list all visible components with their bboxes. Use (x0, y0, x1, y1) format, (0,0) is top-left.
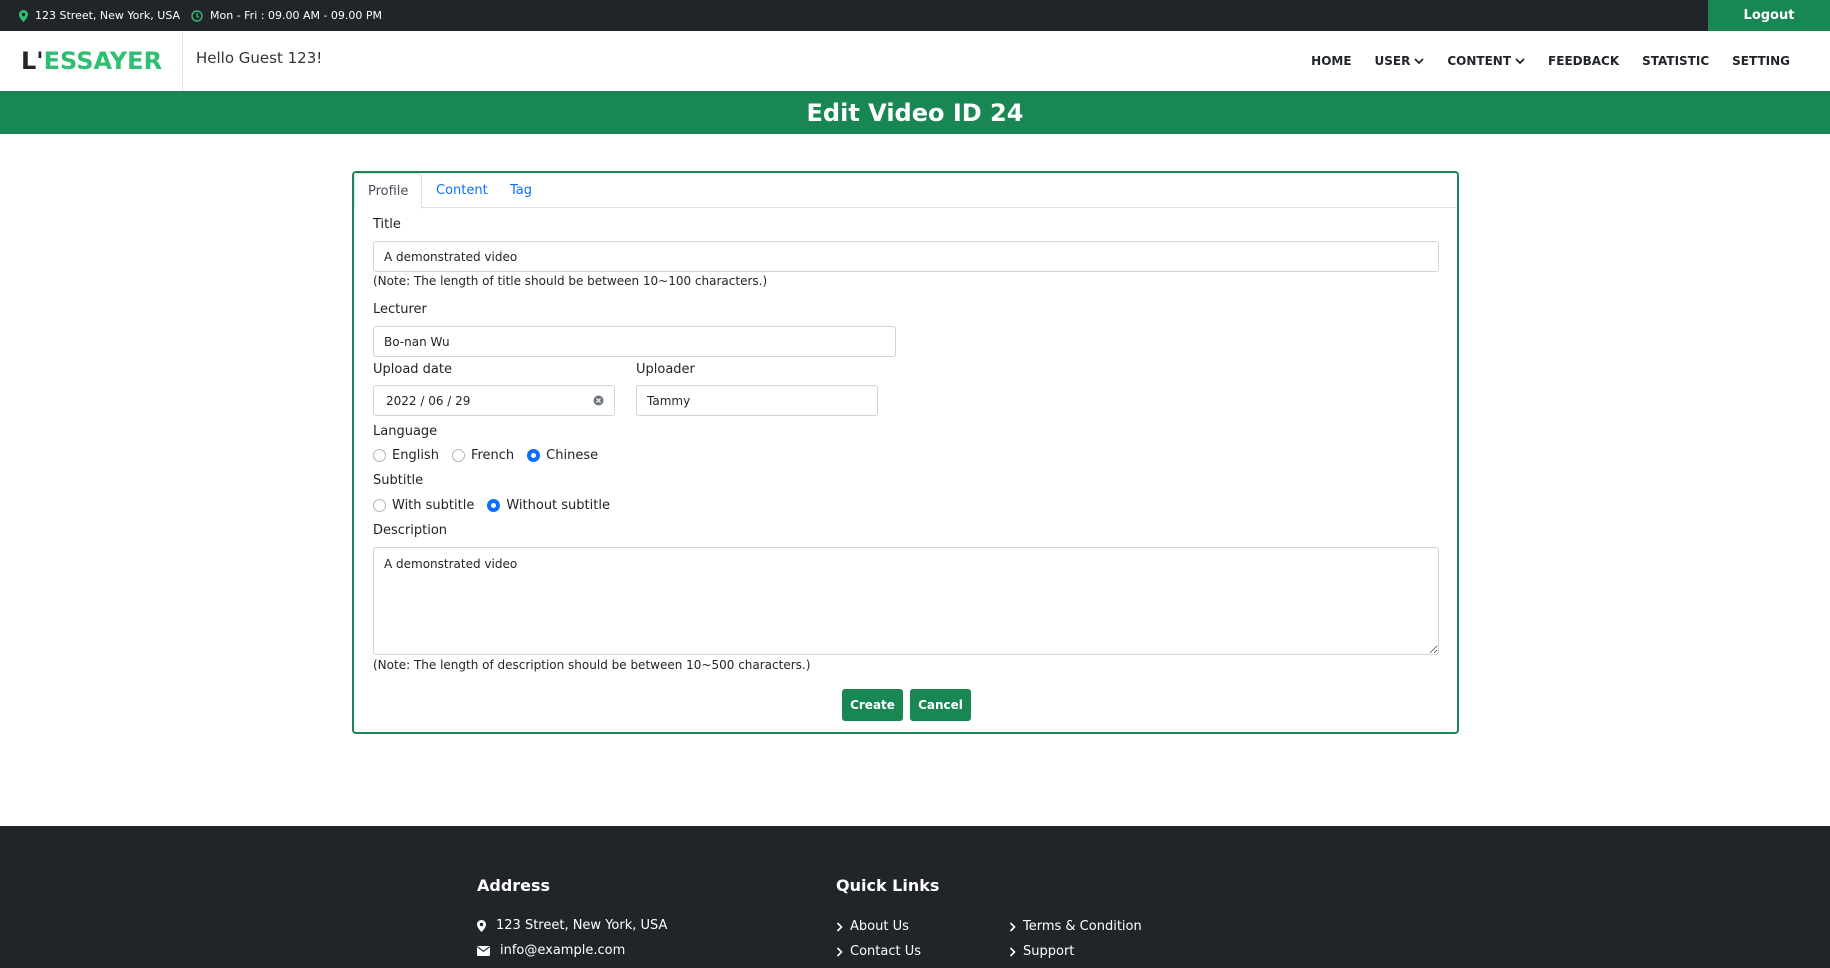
page-banner: Edit Video ID 24 (0, 91, 1830, 134)
title-input[interactable] (373, 241, 1439, 272)
map-marker-icon (19, 9, 28, 22)
map-marker-icon (477, 919, 486, 932)
radio-label: Without subtitle (506, 498, 610, 513)
topbar-hours: Mon - Fri : 09.00 AM - 09.00 PM (191, 0, 382, 31)
nav-home-label: HOME (1311, 54, 1352, 68)
lecturer-input[interactable] (373, 326, 896, 357)
clock-icon (191, 9, 203, 22)
upload-date-value: 2022 / 06 / 29 (386, 393, 471, 408)
radio-dot (373, 449, 386, 462)
description-note: (Note: The length of description should … (373, 658, 811, 672)
logo-suffix: ESSAYER (43, 47, 163, 75)
footer-email-text: info@example.com (500, 943, 626, 958)
nav-statistic-label: STATISTIC (1642, 54, 1710, 68)
uploader-input[interactable] (636, 385, 878, 416)
footer-quick-links-title: Quick Links (836, 876, 940, 895)
page-title: Edit Video ID 24 (806, 98, 1024, 127)
nav-statistic[interactable]: STATISTIC (1642, 54, 1709, 68)
tab-profile[interactable]: Profile (354, 173, 423, 209)
nav-home[interactable]: HOME (1311, 54, 1351, 68)
clear-icon[interactable] (593, 395, 604, 406)
footer-link-about-us[interactable]: About Us (836, 919, 909, 934)
nav-user[interactable]: USER (1375, 54, 1425, 68)
radio-label: Chinese (546, 448, 599, 463)
subtitle-radio-group: With subtitle Without subtitle (373, 498, 623, 513)
chevron-right-icon (1009, 921, 1016, 932)
tab-tag[interactable]: Tag (510, 173, 532, 208)
logo-prefix: L' (21, 47, 44, 75)
footer-link-terms[interactable]: Terms & Condition (1009, 919, 1142, 934)
nav-setting-label: SETTING (1732, 54, 1790, 68)
footer-link-label: About Us (850, 919, 909, 934)
title-note: (Note: The length of title should be bet… (373, 274, 768, 288)
chevron-right-icon (836, 946, 843, 957)
topbar-hours-text: Mon - Fri : 09.00 AM - 09.00 PM (210, 9, 383, 22)
tab-content[interactable]: Content (436, 173, 488, 208)
nav-setting[interactable]: SETTING (1732, 54, 1790, 68)
footer-email: info@example.com (477, 943, 625, 958)
description-label: Description (373, 523, 448, 538)
logout-button[interactable]: Logout (1708, 0, 1830, 31)
radio-label: French (470, 448, 515, 463)
language-label: Language (373, 424, 438, 439)
uploader-label: Uploader (636, 362, 695, 377)
chevron-right-icon (1009, 946, 1016, 957)
lecturer-label: Lecturer (373, 302, 427, 317)
edit-video-card: Profile Content Tag Title (Note: The len… (352, 171, 1459, 734)
topbar-address-text: 123 Street, New York, USA (35, 9, 181, 22)
footer-address-title: Address (477, 876, 551, 895)
description-textarea[interactable]: A demonstrated video (373, 547, 1439, 655)
language-french-radio[interactable]: French (451, 448, 515, 463)
subtitle-label: Subtitle (373, 473, 424, 488)
language-radio-group: English French Chinese (373, 448, 611, 463)
without-subtitle-radio[interactable]: Without subtitle (487, 498, 610, 513)
radio-dot-selected (527, 449, 541, 462)
radio-dot-selected (487, 499, 501, 512)
nav-feedback-label: FEEDBACK (1548, 54, 1620, 68)
top-bar: 123 Street, New York, USA Mon - Fri : 09… (0, 0, 1830, 31)
envelope-icon (477, 945, 490, 956)
with-subtitle-radio[interactable]: With subtitle (373, 498, 474, 513)
footer-link-support[interactable]: Support (1009, 944, 1074, 959)
header: L' ESSAYER Hello Guest 123! HOME USER CON… (0, 31, 1830, 91)
header-divider (182, 31, 183, 91)
footer-address: 123 Street, New York, USA (477, 918, 667, 933)
cancel-button[interactable]: Cancel (910, 689, 971, 721)
topbar-address: 123 Street, New York, USA (19, 0, 180, 31)
nav-feedback[interactable]: FEEDBACK (1548, 54, 1619, 68)
chevron-right-icon (836, 921, 843, 932)
chevron-down-icon (1414, 57, 1425, 64)
main-nav: HOME USER CONTENT FEEDBACK STATISTIC SET… (1311, 31, 1790, 91)
nav-content[interactable]: CONTENT (1447, 54, 1525, 68)
footer-link-contact-us[interactable]: Contact Us (836, 944, 921, 959)
greeting-text: Hello Guest 123! (196, 49, 323, 67)
upload-date-input[interactable]: 2022 / 06 / 29 (373, 385, 615, 416)
chevron-down-icon (1515, 57, 1525, 64)
title-label: Title (373, 217, 401, 232)
radio-label: With subtitle (392, 498, 475, 513)
language-chinese-radio[interactable]: Chinese (527, 448, 598, 463)
create-button[interactable]: Create (842, 689, 903, 721)
nav-user-label: USER (1374, 54, 1411, 68)
footer-address-text: 123 Street, New York, USA (496, 918, 668, 933)
tab-bar: Profile Content Tag (354, 173, 1457, 209)
language-english-radio[interactable]: English (373, 448, 439, 463)
footer-link-label: Support (1023, 944, 1075, 959)
footer-link-label: Terms & Condition (1023, 919, 1142, 934)
upload-date-label: Upload date (373, 362, 452, 377)
radio-label: English (392, 448, 439, 463)
logo[interactable]: L' ESSAYER (21, 31, 162, 91)
radio-dot (451, 449, 465, 462)
footer-link-label: Contact Us (850, 944, 921, 959)
radio-dot (373, 499, 386, 512)
nav-content-label: CONTENT (1447, 54, 1512, 68)
footer: Address 123 Street, New York, USA info@e… (0, 826, 1830, 968)
